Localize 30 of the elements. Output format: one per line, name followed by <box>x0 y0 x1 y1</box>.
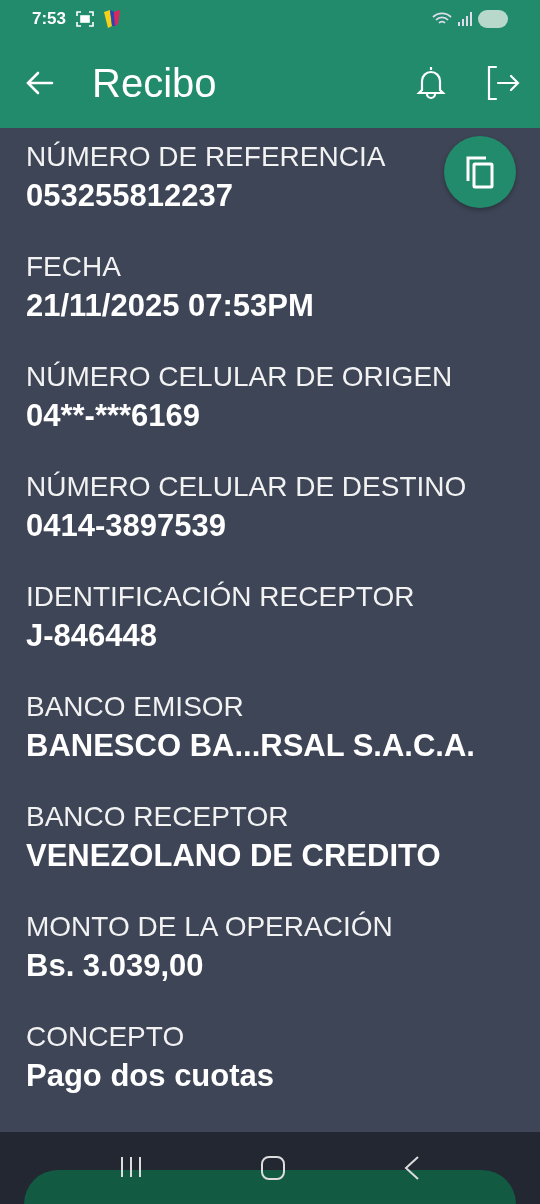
copy-button[interactable] <box>444 136 516 208</box>
back-arrow-icon[interactable] <box>26 71 54 95</box>
field-value: 21/11/2025 07:53PM <box>26 287 314 325</box>
field-label: NÚMERO CELULAR DE ORIGEN <box>26 360 453 394</box>
copy-icon <box>465 155 495 189</box>
field-label: BANCO RECEPTOR <box>26 800 289 834</box>
field-value: 04**-***6169 <box>26 397 201 435</box>
field-value: Pago dos cuotas <box>26 1057 275 1095</box>
field-value: J-846448 <box>26 617 157 655</box>
field-label: BANCO EMISOR <box>26 690 244 724</box>
field-label: IDENTIFICACIÓN RECEPTOR <box>26 580 415 614</box>
field-value: Bs. 3.039,00 <box>26 947 204 985</box>
flag-icon <box>104 10 121 28</box>
field-value: BANESCO BA...RSAL S.A.C.A. <box>26 727 475 765</box>
field-label: NÚMERO CELULAR DE DESTINO <box>26 470 467 504</box>
field-label: FECHA <box>26 250 121 284</box>
field-label: CONCEPTO <box>26 1020 185 1054</box>
battery-icon <box>478 10 508 28</box>
field-value: 0414-3897539 <box>26 507 226 545</box>
screenshot-icon <box>76 11 95 27</box>
field-label: MONTO DE LA OPERACIÓN <box>26 910 393 944</box>
field-label: NÚMERO DE REFERENCIA <box>26 140 386 174</box>
recents-icon[interactable] <box>118 1155 143 1179</box>
status-time: 7:53 <box>32 9 67 29</box>
signal-icon <box>458 12 472 26</box>
field-value: 053255812237 <box>26 177 233 215</box>
home-icon[interactable] <box>260 1155 286 1181</box>
bell-icon[interactable] <box>416 66 446 100</box>
field-value: VENEZOLANO DE CREDITO <box>26 837 441 875</box>
page-title: Recibo <box>92 60 217 106</box>
